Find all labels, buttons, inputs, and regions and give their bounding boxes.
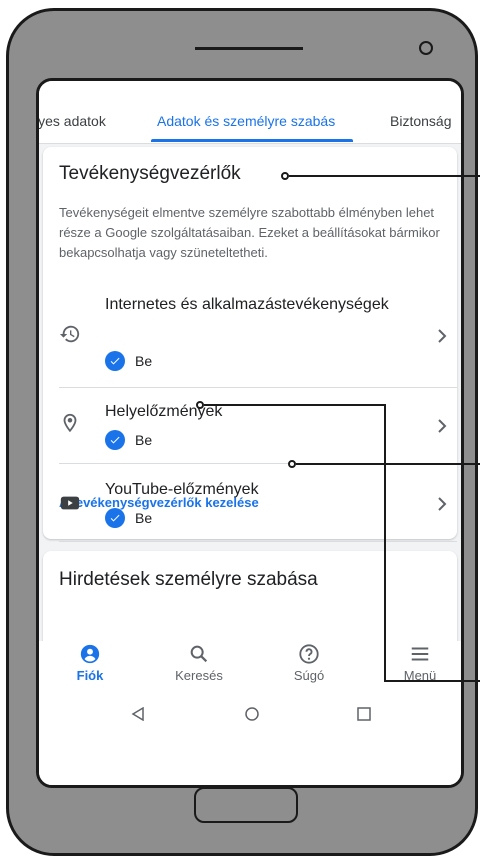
account-icon [80,644,100,664]
status-on: Be [105,430,152,450]
tab-data-personalization[interactable]: Adatok és személyre szabás [157,113,335,129]
status-text: Be [135,510,153,526]
check-circle-icon [105,351,125,371]
activity-item-title: Internetes és alkalmazástevékenységek [105,296,389,313]
divider [59,387,457,388]
ads-card-title: Hirdetések személyre szabása [59,569,318,590]
tab-bar: lyes adatok Adatok és személyre szabás B… [39,81,461,144]
youtube-icon [60,496,80,510]
status-text: Be [135,432,153,448]
callout-line [384,404,386,681]
home-icon[interactable] [245,707,259,721]
tab-security[interactable]: Biztonság [390,113,451,129]
front-camera [419,41,433,55]
nav-label: Fiók [76,668,104,683]
home-button[interactable] [194,787,298,823]
chevron-right-icon [438,329,447,343]
nav-search[interactable]: Keresés [154,641,244,691]
callout-dot [288,460,296,468]
activity-item-location[interactable]: Helyelőzmények Be [43,398,457,454]
divider [59,541,457,542]
chevron-right-icon [438,497,447,511]
back-icon[interactable] [131,707,145,721]
menu-icon [411,647,429,661]
status-text: Be [135,353,153,369]
location-pin-icon [63,413,77,433]
status-on: Be [105,351,152,371]
callout-line [289,175,480,177]
callout-line [204,404,385,406]
system-navigation-bar [39,691,461,785]
search-icon [190,645,208,663]
card-title: Tevékenységvezérlők [59,163,241,184]
activity-item-youtube[interactable]: YouTube-előzmények Be [43,476,457,532]
nav-account[interactable]: Fiók [45,641,135,691]
check-circle-icon [105,430,125,450]
activity-item-title: YouTube-előzmények [105,481,259,498]
callout-dot [281,172,289,180]
callout-line [384,680,480,682]
activity-item-web-app[interactable]: Internetes és alkalmazástevékenységek Be [43,293,457,383]
help-icon [299,644,319,664]
status-on: Be [105,508,152,528]
nav-menu[interactable]: Menü [375,641,461,691]
active-tab-indicator [151,139,353,142]
check-circle-icon [105,508,125,528]
tab-personal-info[interactable]: lyes adatok [39,113,106,129]
callout-dot [196,401,204,409]
chevron-right-icon [438,419,447,433]
nav-label: Súgó [293,668,325,683]
nav-label: Keresés [175,668,223,683]
callout-line [296,463,480,465]
bottom-navigation: Fiók Keresés Súgó Menü [39,641,461,691]
phone-frame: lyes adatok Adatok és személyre szabás B… [6,8,478,856]
recents-icon[interactable] [357,707,371,721]
nav-help[interactable]: Súgó [264,641,354,691]
speaker-grille [195,47,303,50]
card-description: Tevékenységeit elmentve személyre szabot… [59,205,440,260]
history-icon [59,325,80,343]
